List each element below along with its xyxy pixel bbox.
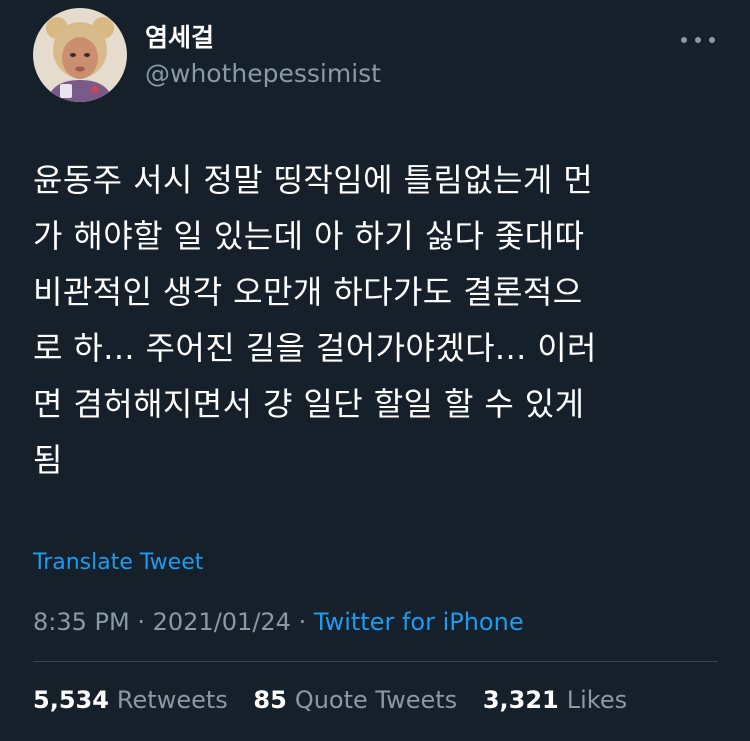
translate-tweet-link[interactable]: Translate Tweet bbox=[33, 548, 203, 578]
quote-tweets-stat[interactable]: 85 Quote Tweets bbox=[253, 684, 457, 716]
more-icon[interactable] bbox=[681, 26, 715, 54]
more-dot bbox=[695, 37, 701, 43]
more-dot bbox=[709, 37, 715, 43]
retweets-count: 5,534 bbox=[33, 686, 109, 714]
tweet-text: 윤동주 서시 정말 띵작임에 틀림없는게 먼 가 해야할 일 있는데 아 하기 … bbox=[33, 161, 597, 479]
retweets-stat[interactable]: 5,534 Retweets bbox=[33, 684, 228, 716]
meta-separator: · bbox=[137, 608, 145, 636]
more-dot bbox=[681, 37, 687, 43]
author-handle[interactable]: @whothepessimist bbox=[145, 58, 381, 90]
tweet-time[interactable]: 8:35 PM bbox=[33, 608, 130, 636]
likes-label: Likes bbox=[566, 686, 628, 714]
retweets-label: Retweets bbox=[116, 686, 228, 714]
tweet-meta: 8:35 PM · 2021/01/24 · Twitter for iPhon… bbox=[33, 606, 524, 638]
quote-tweets-count: 85 bbox=[253, 686, 287, 714]
engagement-stats: 5,534 Retweets 85 Quote Tweets 3,321 Likes bbox=[33, 684, 645, 716]
divider bbox=[33, 661, 718, 662]
likes-stat[interactable]: 3,321 Likes bbox=[483, 684, 627, 716]
author-avatar[interactable] bbox=[33, 8, 127, 102]
tweet-date[interactable]: 2021/01/24 bbox=[153, 608, 291, 636]
author-display-name[interactable]: 염세걸 bbox=[145, 22, 214, 54]
likes-count: 3,321 bbox=[482, 686, 559, 714]
tweet-source-link[interactable]: Twitter for iPhone bbox=[314, 608, 524, 636]
profile-photo bbox=[33, 8, 127, 102]
meta-separator: · bbox=[298, 608, 307, 636]
quote-tweets-label: Quote Tweets bbox=[294, 686, 458, 714]
